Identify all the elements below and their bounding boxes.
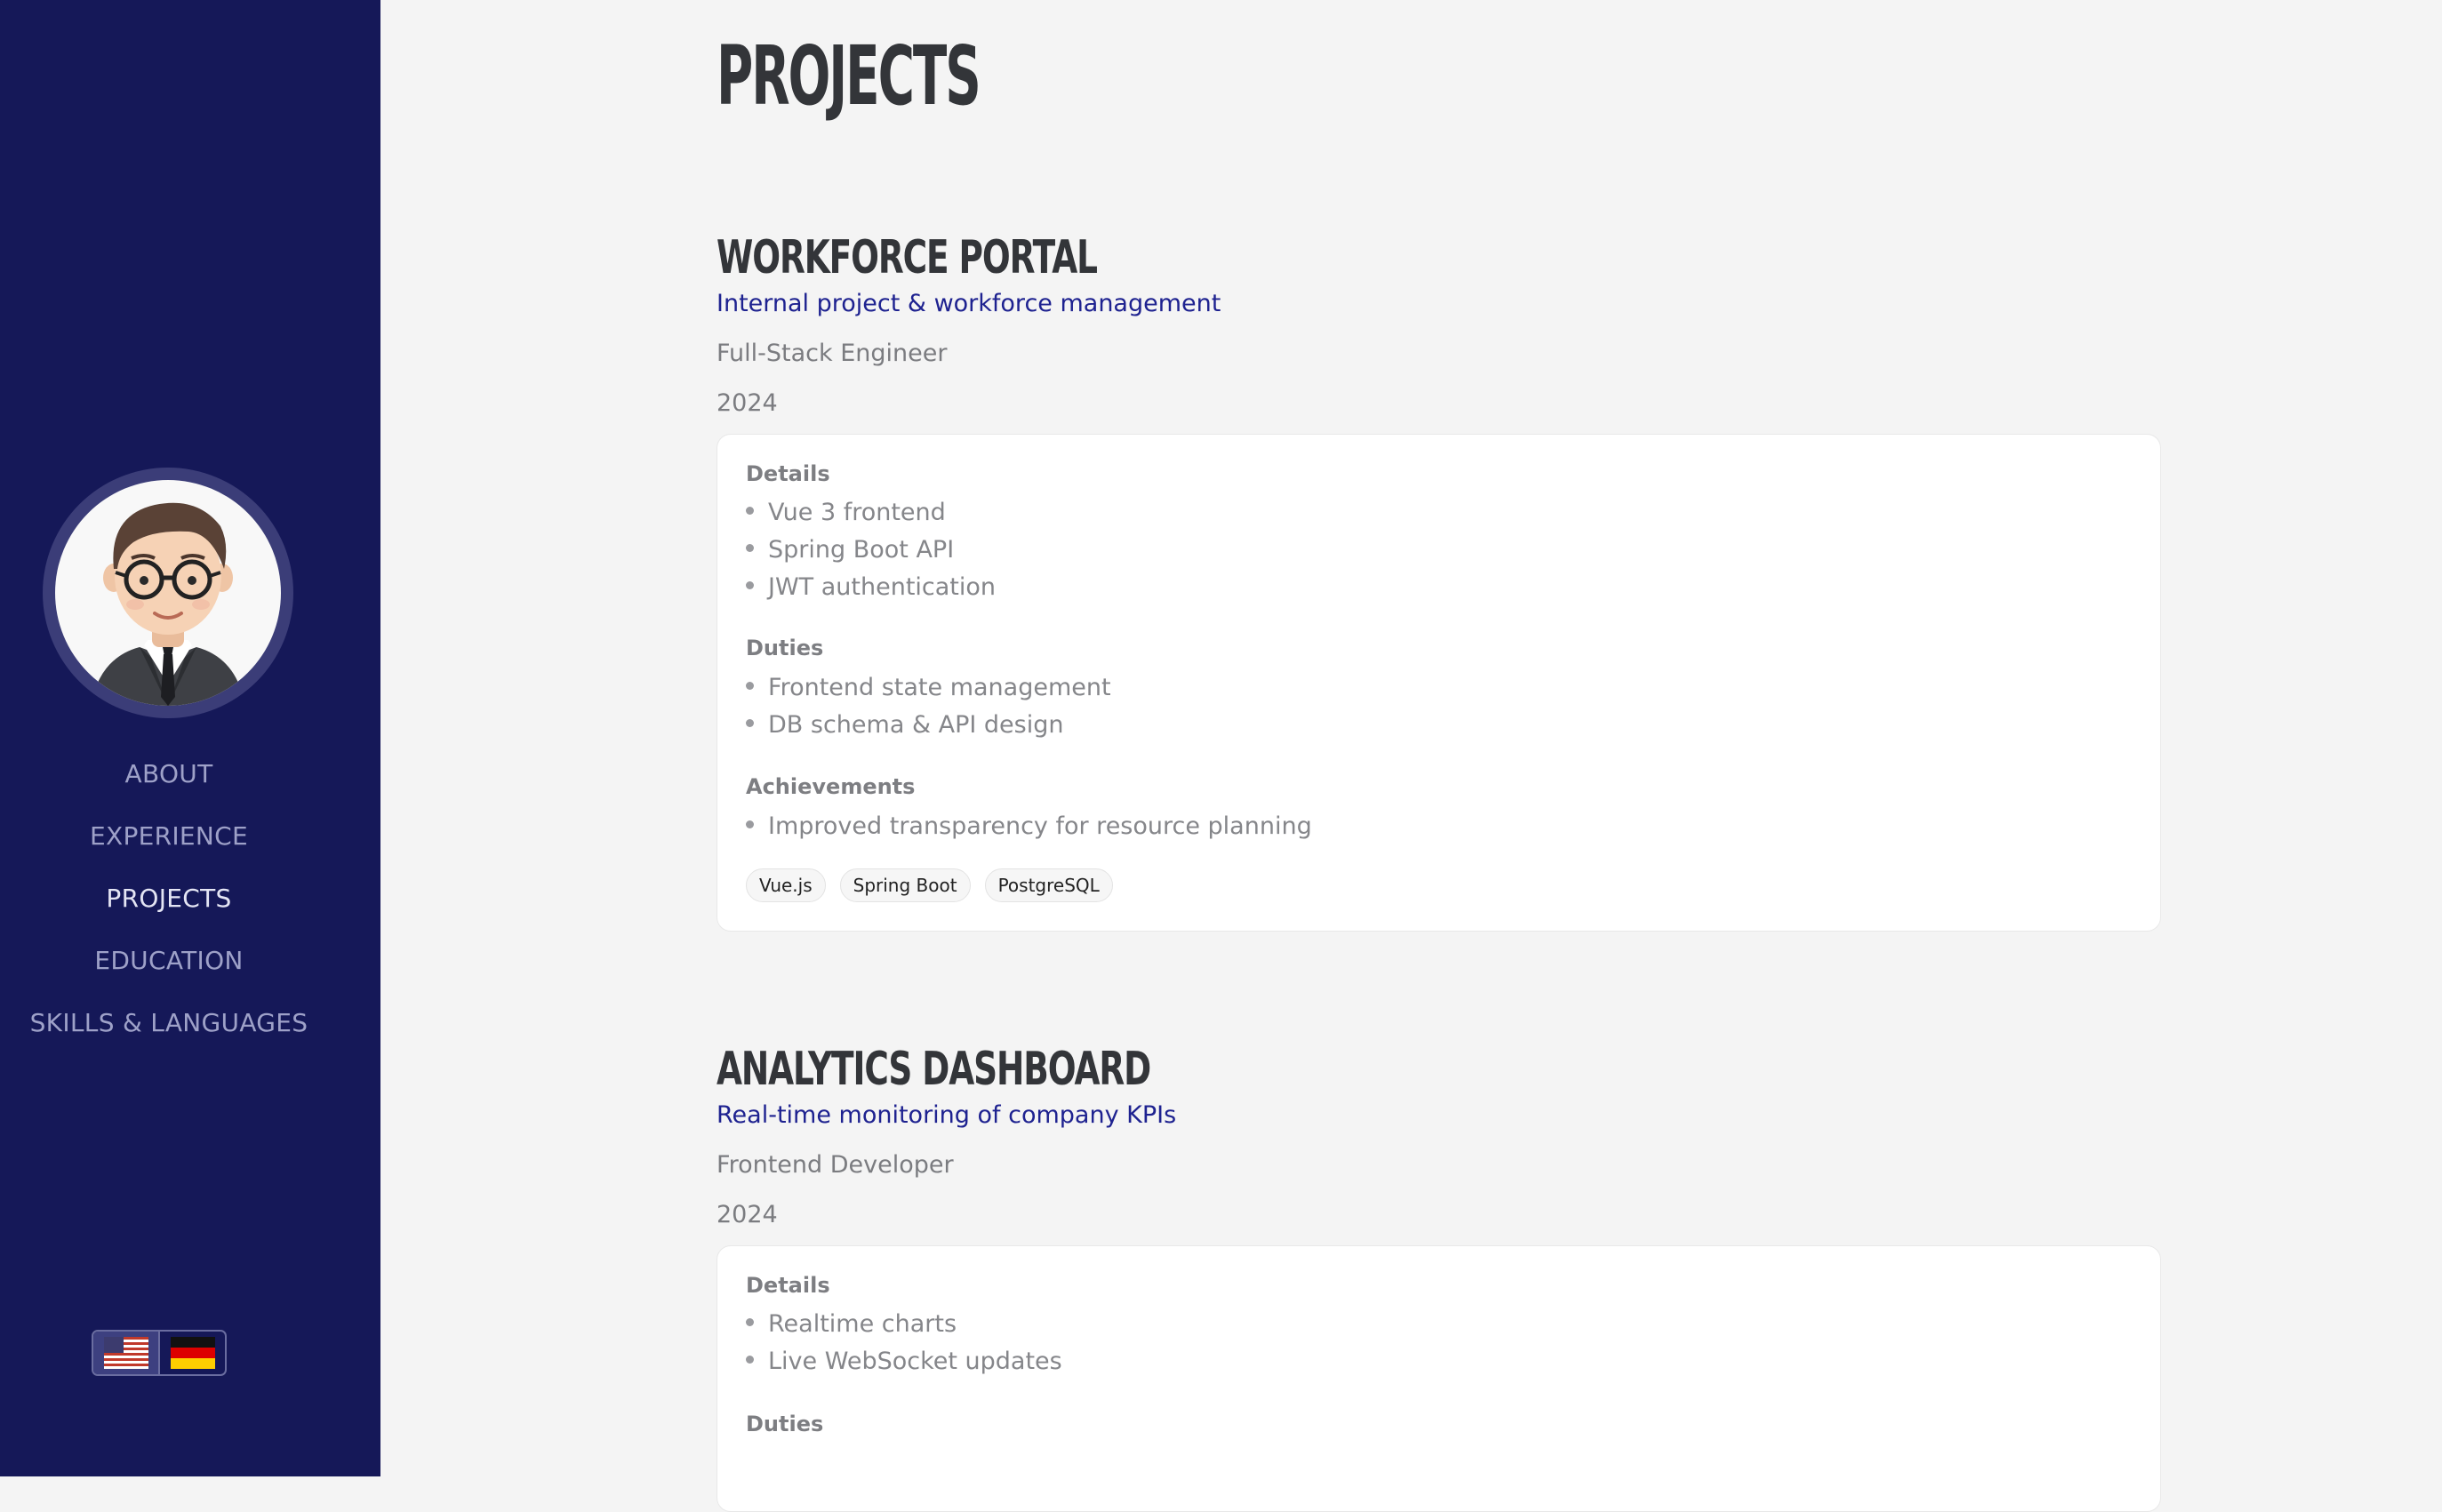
nav-experience[interactable]: EXPERIENCE <box>0 809 338 871</box>
project-role: Full-Stack Engineer <box>717 340 948 367</box>
list-item: JWT authentication <box>746 573 996 601</box>
details-heading: Details <box>746 1273 830 1298</box>
list-item: Realtime charts <box>746 1310 957 1338</box>
avatar-illustration <box>91 502 245 706</box>
language-en-button[interactable] <box>93 1332 158 1374</box>
project-card: Details Realtime charts Live WebSocket u… <box>717 1245 2161 1512</box>
list-item: Frontend state management <box>746 674 1111 701</box>
list-item: DB schema & API design <box>746 711 1063 739</box>
sidebar: ABOUT EXPERIENCE PROJECTS EDUCATION SKIL… <box>0 0 380 1476</box>
project-subtitle: Real-time monitoring of company KPIs <box>717 1101 1177 1129</box>
details-heading: Details <box>746 461 830 486</box>
avatar <box>55 480 281 706</box>
tech-tags: Vue.js Spring Boot PostgreSQL <box>746 868 1113 902</box>
nav-education[interactable]: EDUCATION <box>0 933 338 996</box>
duties-heading: Duties <box>746 1412 824 1436</box>
nav-projects[interactable]: PROJECTS <box>0 871 338 933</box>
project-year: 2024 <box>717 389 778 417</box>
language-de-button[interactable] <box>158 1332 225 1374</box>
list-item: Improved transparency for resource plann… <box>746 812 1312 840</box>
list-item: Vue 3 frontend <box>746 499 946 526</box>
avatar-ring <box>43 468 293 718</box>
language-switcher <box>92 1330 227 1376</box>
achievements-heading: Achievements <box>746 774 916 799</box>
project-subtitle: Internal project & workforce management <box>717 290 1221 317</box>
us-flag-icon <box>103 1337 148 1369</box>
project-card: Details Vue 3 frontend Spring Boot API J… <box>717 434 2161 932</box>
project-title: WORKFORCE PORTAL <box>717 231 1098 284</box>
page-title: PROJECTS <box>717 28 981 124</box>
tech-tag: PostgreSQL <box>984 868 1113 902</box>
tech-tag: Spring Boot <box>839 868 971 902</box>
main-nav: ABOUT EXPERIENCE PROJECTS EDUCATION SKIL… <box>0 747 338 1058</box>
tech-tag: Vue.js <box>746 868 826 902</box>
project-role: Frontend Developer <box>717 1151 954 1179</box>
list-item: Spring Boot API <box>746 536 954 564</box>
de-flag-icon <box>170 1337 215 1369</box>
project-year: 2024 <box>717 1201 778 1228</box>
list-item: Live WebSocket updates <box>746 1348 1062 1375</box>
project-title: ANALYTICS DASHBOARD <box>717 1043 1151 1096</box>
nav-skills-languages[interactable]: SKILLS & LANGUAGES <box>0 996 338 1058</box>
duties-heading: Duties <box>746 636 824 660</box>
nav-about[interactable]: ABOUT <box>0 747 338 809</box>
